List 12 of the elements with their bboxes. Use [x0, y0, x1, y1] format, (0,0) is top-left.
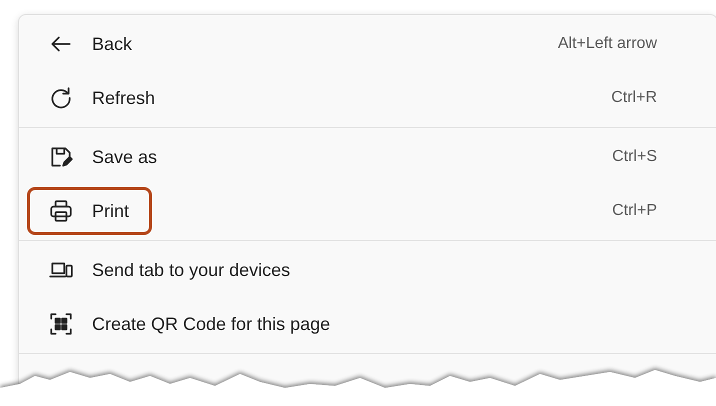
menu-item[interactable]: Save as: [92, 146, 158, 168]
menu-item[interactable]: Create QR Code for this page: [92, 314, 330, 334]
printer-icon: [48, 198, 74, 224]
shortcut-text: Alt+Left arrow: [558, 35, 657, 53]
menu-item[interactable]: Send tab to your devices: [92, 260, 290, 280]
qr-code-icon: [48, 311, 74, 337]
menu-item[interactable]: Print: [92, 200, 130, 222]
menu-item[interactable]: Refresh: [92, 88, 156, 108]
shortcut-text: Ctrl+P: [612, 202, 657, 220]
menu-item[interactable]: Back: [92, 34, 132, 54]
shortcut-text: Ctrl+S: [612, 148, 657, 166]
shortcut-text: Ctrl+R: [611, 89, 657, 107]
